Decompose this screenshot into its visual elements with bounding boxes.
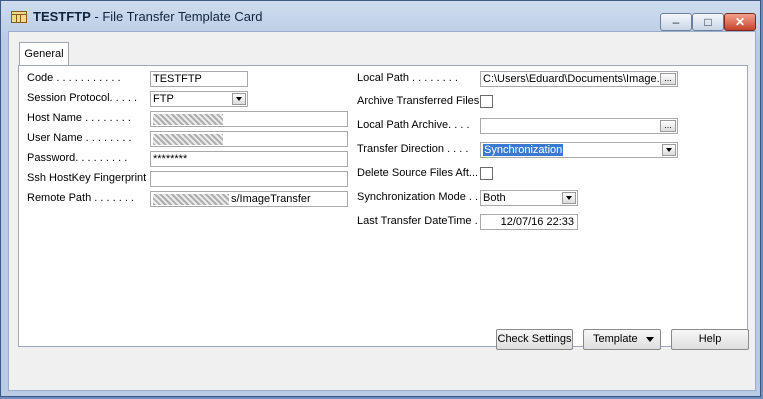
archive-transferred-files-checkbox[interactable] [480, 95, 493, 108]
close-button[interactable]: ✕ [724, 13, 756, 31]
general-panel: Code . . . . . . . . . . . TESTFTP Sessi… [18, 65, 748, 347]
redacted-remote-path [153, 194, 229, 205]
password-field[interactable]: ******** [150, 151, 348, 167]
last-transfer-datetime-value: 12/07/16 22:33 [500, 216, 574, 228]
synchronization-mode-label: Synchronization Mode . . [357, 191, 479, 203]
record-code: TESTFTP [33, 9, 91, 24]
minimize-button[interactable]: – [660, 13, 692, 31]
chevron-down-icon[interactable] [662, 144, 676, 156]
code-value: TESTFTP [153, 73, 202, 85]
window: TESTFTP - File Transfer Template Card – … [0, 0, 761, 397]
window-title: TESTFTP - File Transfer Template Card [33, 9, 263, 24]
title-separator: - [90, 9, 103, 24]
chevron-down-icon [646, 337, 654, 342]
ssh-hostkey-fingerprint-label: Ssh HostKey Fingerprint . [27, 172, 153, 184]
redacted-user-name [153, 134, 223, 145]
password-label: Password. . . . . . . . . [27, 152, 128, 164]
tab-general[interactable]: General [19, 42, 69, 66]
session-protocol-label: Session Protocol. . . . . [27, 92, 138, 104]
title-bar: TESTFTP - File Transfer Template Card – … [1, 1, 760, 31]
remote-path-label: Remote Path . . . . . . . [27, 192, 134, 204]
delete-source-files-label: Delete Source Files Aft... [357, 167, 479, 179]
host-name-label: Host Name . . . . . . . . [27, 112, 131, 124]
transfer-direction-label: Transfer Direction . . . . [357, 143, 469, 155]
ellipsis-icon[interactable]: ... [660, 120, 676, 132]
user-name-label: User Name . . . . . . . . [27, 132, 132, 144]
host-name-field[interactable] [150, 111, 348, 127]
local-path-archive-label: Local Path Archive. . . . [357, 119, 470, 131]
maximize-icon: □ [704, 15, 712, 29]
code-label: Code . . . . . . . . . . . [27, 72, 121, 84]
session-protocol-value: FTP [153, 93, 174, 105]
template-button[interactable]: Template [583, 329, 661, 350]
redacted-host-name [153, 114, 223, 125]
last-transfer-datetime-field: 12/07/16 22:33 [480, 214, 578, 230]
close-icon: ✕ [734, 15, 746, 29]
template-button-label: Template [593, 333, 638, 345]
synchronization-mode-value: Both [483, 192, 506, 204]
chevron-down-icon[interactable] [562, 192, 576, 204]
help-button[interactable]: Help [671, 329, 749, 350]
remote-path-value: s/ImageTransfer [231, 193, 311, 205]
last-transfer-datetime-label: Last Transfer DateTime . [357, 215, 478, 227]
local-path-value: C:\Users\Eduard\Documents\Image... [483, 73, 666, 85]
chevron-down-icon[interactable] [232, 93, 246, 105]
user-name-field[interactable] [150, 131, 348, 147]
remote-path-field[interactable]: s/ImageTransfer [150, 191, 348, 207]
table-icon [11, 11, 27, 23]
ellipsis-icon[interactable]: ... [660, 73, 676, 85]
transfer-direction-value: Synchronization [483, 144, 564, 156]
password-value: ******** [153, 153, 188, 165]
local-path-label: Local Path . . . . . . . . [357, 72, 458, 84]
archive-transferred-files-label: Archive Transferred Files [357, 95, 480, 107]
check-settings-button[interactable]: Check Settings [496, 329, 573, 350]
code-field[interactable]: TESTFTP [150, 71, 248, 87]
page-title: File Transfer Template Card [102, 9, 263, 24]
ssh-hostkey-fingerprint-field[interactable] [150, 171, 348, 187]
delete-source-files-checkbox[interactable] [480, 167, 493, 180]
session-protocol-select[interactable]: FTP [150, 91, 248, 107]
synchronization-mode-select[interactable]: Both [480, 190, 578, 206]
local-path-archive-field[interactable]: ... [480, 118, 678, 134]
local-path-field[interactable]: C:\Users\Eduard\Documents\Image...... [480, 71, 678, 87]
transfer-direction-select[interactable]: Synchronization [480, 142, 678, 158]
minimize-icon: – [672, 15, 680, 29]
maximize-button[interactable]: □ [692, 13, 724, 31]
